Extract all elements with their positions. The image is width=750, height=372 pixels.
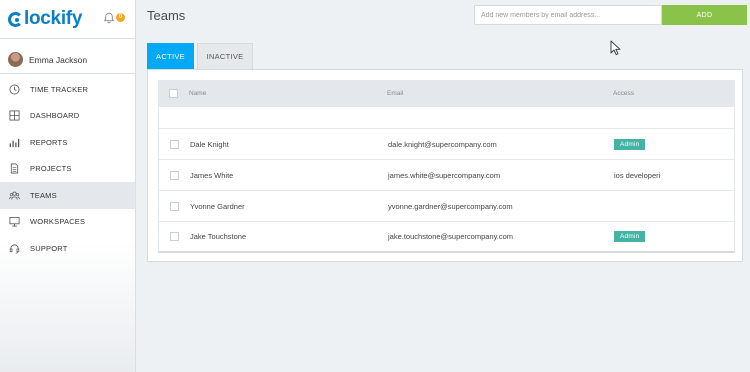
table-row[interactable]: James White james.white@supercompany.com… (158, 160, 735, 191)
column-header-email[interactable]: Email (387, 90, 613, 97)
headset-icon (9, 244, 20, 254)
member-access: Admin (614, 231, 734, 242)
sidebar-item-teams[interactable]: TEAMS (0, 182, 135, 209)
grid-icon (9, 110, 20, 121)
member-email: yvonne.gardner@supercompany.com (388, 201, 513, 211)
clockify-logo[interactable]: lockify (8, 8, 82, 30)
sidebar-item-label: TEAMS (30, 190, 57, 200)
invite-member-form: ADD (474, 5, 747, 25)
sidebar-item-label: PROJECTS (30, 164, 72, 174)
logo-text: lockify (24, 8, 83, 29)
tab-active[interactable]: ACTIVE (147, 43, 194, 69)
member-name: Jake Touchstone (190, 232, 247, 241)
bar-chart-icon (9, 138, 20, 147)
sidebar-item-dashboard[interactable]: DASHBOARD (0, 103, 135, 130)
member-name: Dale Knight (190, 139, 229, 149)
divider (0, 73, 135, 74)
bell-icon[interactable] (103, 12, 115, 24)
sidebar-item-workspaces[interactable]: WORKSPACES (0, 209, 135, 236)
team-icon (9, 191, 20, 200)
column-header-access[interactable]: Access (613, 90, 735, 97)
monitor-icon (9, 217, 20, 227)
sidebar-item-projects[interactable]: PROJECTS (0, 156, 135, 183)
select-all-checkbox[interactable] (169, 89, 178, 98)
avatar (8, 52, 23, 67)
tab-inactive[interactable]: INACTIVE (197, 43, 253, 69)
sidebar-item-reports[interactable]: REPORTS (0, 129, 135, 156)
notification-badge: 0 (116, 13, 125, 22)
row-checkbox[interactable] (170, 139, 179, 149)
members-card: Name Email Access Dale Knight dale.knigh… (147, 69, 743, 262)
sidebar-item-label: WORKSPACES (30, 217, 86, 227)
member-email: jake.touchstone@supercompany.com (388, 232, 514, 241)
sidebar: lockify 0 Emma Jackson TIME TRACKER DASH… (0, 0, 136, 372)
sidebar-item-label: TIME TRACKER (30, 84, 89, 94)
mouse-cursor-icon (610, 40, 621, 56)
table-row[interactable]: Jake Touchstone jake.touchstone@supercom… (158, 222, 735, 253)
page-title: Teams (147, 8, 186, 23)
member-name: Yvonne Gardner (190, 201, 245, 211)
row-checkbox[interactable] (170, 232, 179, 241)
sidebar-item-label: DASHBOARD (30, 111, 80, 121)
member-email: dale.knight@supercompany.com (388, 139, 497, 149)
column-header-name[interactable]: Name (189, 90, 387, 97)
members-table: Name Email Access Dale Knight dale.knigh… (158, 80, 735, 253)
logo-mark-icon (8, 11, 23, 27)
member-access[interactable]: ios developeri (614, 171, 734, 180)
sidebar-nav: TIME TRACKER DASHBOARD REPORTS PROJECTS … (0, 76, 135, 262)
sidebar-item-label: SUPPORT (30, 243, 68, 253)
table-row[interactable]: Yvonne Gardner yvonne.gardner@supercompa… (158, 191, 735, 222)
divider (0, 38, 135, 39)
member-email: james.white@supercompany.com (388, 170, 501, 180)
table-header: Name Email Access (158, 80, 735, 107)
add-member-button[interactable]: ADD (662, 5, 747, 25)
user-name: Emma Jackson (29, 54, 88, 65)
member-access: Admin (614, 138, 734, 150)
user-profile[interactable]: Emma Jackson (8, 52, 87, 67)
document-icon (10, 163, 19, 174)
invite-email-input[interactable] (474, 5, 662, 25)
clock-icon (9, 84, 20, 95)
row-checkbox[interactable] (170, 170, 179, 180)
sidebar-item-support[interactable]: SUPPORT (0, 235, 135, 262)
admin-badge[interactable]: Admin (614, 138, 646, 150)
table-spacer-row (158, 107, 735, 129)
member-name: James White (190, 170, 234, 180)
admin-badge[interactable]: Admin (614, 231, 646, 242)
row-checkbox[interactable] (170, 201, 179, 211)
sidebar-item-time-tracker[interactable]: TIME TRACKER (0, 76, 135, 103)
table-row[interactable]: Dale Knight dale.knight@supercompany.com… (158, 129, 735, 160)
sidebar-item-label: REPORTS (30, 137, 68, 147)
